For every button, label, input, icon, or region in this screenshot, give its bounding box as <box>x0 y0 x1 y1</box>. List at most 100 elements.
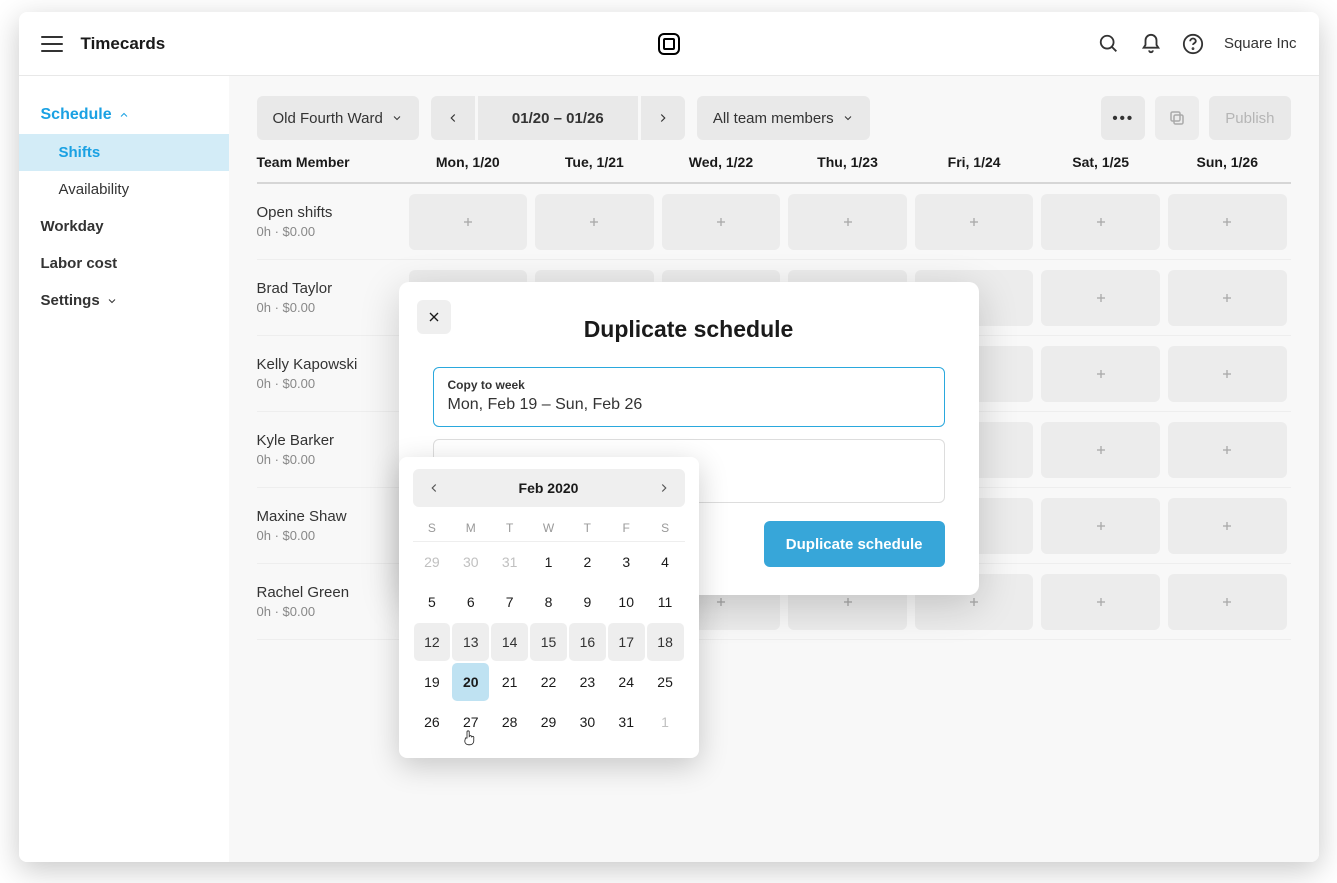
calendar-day[interactable]: 17 <box>608 623 645 661</box>
close-button[interactable] <box>417 300 451 334</box>
add-shift-button[interactable] <box>1041 498 1160 554</box>
help-icon[interactable] <box>1182 33 1204 55</box>
add-shift-button[interactable] <box>788 194 907 250</box>
add-shift-button[interactable] <box>1168 422 1287 478</box>
calendar-day[interactable]: 4 <box>647 543 684 581</box>
add-shift-button[interactable] <box>1168 194 1287 250</box>
duplicate-schedule-submit[interactable]: Duplicate schedule <box>764 521 945 567</box>
calendar-day[interactable]: 15 <box>530 623 567 661</box>
nav-workday[interactable]: Workday <box>19 208 229 245</box>
page-title: Timecards <box>81 34 166 54</box>
calendar-day[interactable]: 7 <box>491 583 528 621</box>
add-shift-button[interactable] <box>662 194 781 250</box>
field-label: Copy to week <box>448 378 930 392</box>
shift-cell <box>1037 498 1164 554</box>
prev-week-button[interactable] <box>431 96 475 140</box>
calendar-day[interactable]: 29 <box>530 703 567 741</box>
calendar-day[interactable]: 21 <box>491 663 528 701</box>
nav-schedule[interactable]: Schedule <box>19 100 229 134</box>
day-header: Thu, 1/23 <box>784 154 911 170</box>
calendar-day[interactable]: 8 <box>530 583 567 621</box>
add-shift-button[interactable] <box>1168 346 1287 402</box>
date-range-button[interactable]: 01/20 – 01/26 <box>478 96 638 140</box>
copy-to-week-field[interactable]: Copy to week Mon, Feb 19 – Sun, Feb 26 <box>433 367 945 427</box>
calendar-day[interactable]: 13 <box>452 623 489 661</box>
calendar-day[interactable]: 20 <box>452 663 489 701</box>
calendar-day[interactable]: 23 <box>569 663 606 701</box>
plus-icon <box>1219 290 1235 306</box>
calendar-day[interactable]: 22 <box>530 663 567 701</box>
member-cell: Open shifts0h · $0.00 <box>257 204 405 239</box>
add-shift-button[interactable] <box>535 194 654 250</box>
calendar-day[interactable]: 1 <box>530 543 567 581</box>
member-meta: 0h · $0.00 <box>257 452 405 467</box>
plus-icon <box>713 214 729 230</box>
calendar-day[interactable]: 28 <box>491 703 528 741</box>
calendar-day[interactable]: 16 <box>569 623 606 661</box>
day-header: Sun, 1/26 <box>1164 154 1291 170</box>
add-shift-button[interactable] <box>1041 270 1160 326</box>
member-cell: Rachel Green0h · $0.00 <box>257 584 405 619</box>
day-header: Fri, 1/24 <box>911 154 1038 170</box>
calendar-day[interactable]: 1 <box>647 703 684 741</box>
add-shift-button[interactable] <box>1041 194 1160 250</box>
member-name: Maxine Shaw <box>257 508 405 525</box>
calendar-day[interactable]: 9 <box>569 583 606 621</box>
team-filter-select[interactable]: All team members <box>697 96 870 140</box>
nav-settings[interactable]: Settings <box>19 282 229 319</box>
company-label[interactable]: Square Inc <box>1224 35 1297 52</box>
add-shift-button[interactable] <box>1041 422 1160 478</box>
bell-icon[interactable] <box>1140 33 1162 55</box>
more-actions-button[interactable]: ••• <box>1101 96 1145 140</box>
calendar-grid: 2930311234567891011121314151617181920212… <box>413 542 685 742</box>
calendar-day[interactable]: 5 <box>414 583 451 621</box>
calendar-day[interactable]: 3 <box>608 543 645 581</box>
calendar-day[interactable]: 18 <box>647 623 684 661</box>
copy-icon <box>1168 109 1186 127</box>
calendar-day[interactable]: 30 <box>452 543 489 581</box>
next-month-button[interactable] <box>653 477 675 499</box>
member-name: Rachel Green <box>257 584 405 601</box>
calendar-day[interactable]: 25 <box>647 663 684 701</box>
plus-icon <box>586 214 602 230</box>
add-shift-button[interactable] <box>1041 574 1160 630</box>
nav-availability[interactable]: Availability <box>19 171 229 208</box>
calendar-day[interactable]: 19 <box>414 663 451 701</box>
publish-button[interactable]: Publish <box>1209 96 1290 140</box>
calendar-day[interactable]: 29 <box>414 543 451 581</box>
calendar-day[interactable]: 2 <box>569 543 606 581</box>
nav-shifts[interactable]: Shifts <box>19 134 229 171</box>
calendar-day[interactable]: 14 <box>491 623 528 661</box>
calendar-day[interactable]: 31 <box>491 543 528 581</box>
add-shift-button[interactable] <box>1168 498 1287 554</box>
copy-schedule-button[interactable] <box>1155 96 1199 140</box>
topbar-right: Square Inc <box>1098 33 1297 55</box>
modal-title: Duplicate schedule <box>433 316 945 343</box>
calendar-day[interactable]: 12 <box>414 623 451 661</box>
add-shift-button[interactable] <box>915 194 1034 250</box>
add-shift-button[interactable] <box>1041 346 1160 402</box>
plus-icon <box>1219 594 1235 610</box>
chevron-down-icon <box>106 295 118 307</box>
search-icon[interactable] <box>1098 33 1120 55</box>
calendar-day[interactable]: 31 <box>608 703 645 741</box>
menu-icon[interactable] <box>41 36 63 52</box>
add-shift-button[interactable] <box>1168 270 1287 326</box>
chevron-right-icon <box>656 111 670 125</box>
add-shift-button[interactable] <box>1168 574 1287 630</box>
nav-settings-label: Settings <box>41 292 100 309</box>
calendar-day[interactable]: 11 <box>647 583 684 621</box>
prev-month-button[interactable] <box>423 477 445 499</box>
calendar-day[interactable]: 6 <box>452 583 489 621</box>
calendar-day[interactable]: 24 <box>608 663 645 701</box>
plus-icon <box>1219 214 1235 230</box>
nav-labor-cost[interactable]: Labor cost <box>19 245 229 282</box>
next-week-button[interactable] <box>641 96 685 140</box>
calendar-day[interactable]: 26 <box>414 703 451 741</box>
calendar-dow: M <box>451 521 490 535</box>
location-select[interactable]: Old Fourth Ward <box>257 96 419 140</box>
calendar-day[interactable]: 10 <box>608 583 645 621</box>
calendar-day[interactable]: 30 <box>569 703 606 741</box>
add-shift-button[interactable] <box>409 194 528 250</box>
shift-cell <box>784 194 911 250</box>
